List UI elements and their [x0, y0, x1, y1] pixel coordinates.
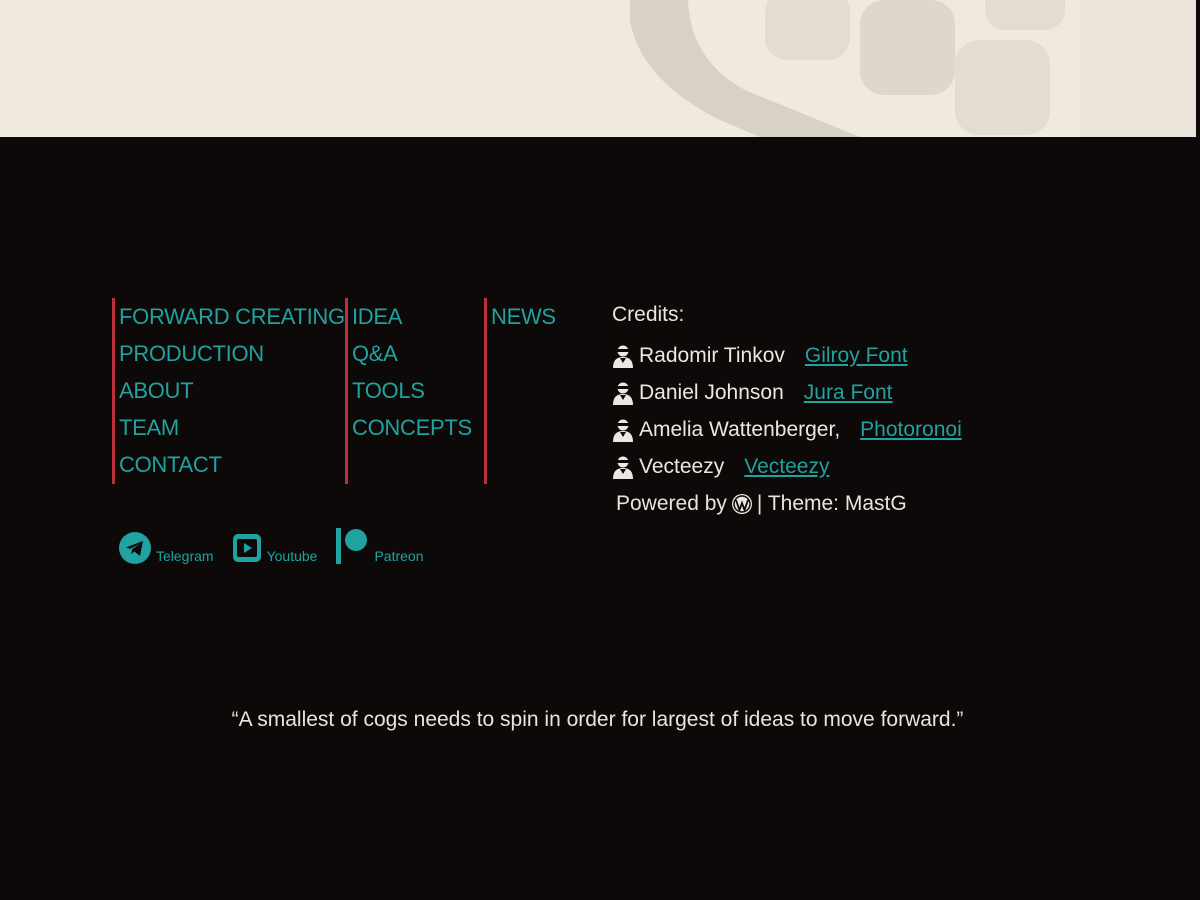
- site-footer: FORWARD CREATING PRODUCTION ABOUT TEAM C…: [0, 137, 1200, 900]
- credit-row: Radomir Tinkov Gilroy Font: [612, 337, 962, 374]
- person-icon: [613, 456, 633, 479]
- nav-link-tools[interactable]: TOOLS: [352, 372, 472, 409]
- youtube-icon: [232, 534, 261, 562]
- telegram-label: Telegram: [156, 548, 214, 564]
- footer-nav-column-2: IDEA Q&A TOOLS CONCEPTS: [345, 298, 472, 484]
- nav-link-about[interactable]: ABOUT: [119, 372, 345, 409]
- youtube-link[interactable]: Youtube: [232, 532, 318, 564]
- powered-by-label: Powered by: [616, 491, 727, 515]
- youtube-label: Youtube: [266, 548, 318, 564]
- nav-link-concepts[interactable]: CONCEPTS: [352, 409, 472, 446]
- credit-source-link[interactable]: Photoronoi: [860, 418, 962, 442]
- credits-block: Credits: Radomir Tinkov Gilroy Font Dani…: [612, 300, 962, 522]
- credit-name: Daniel Johnson: [639, 380, 784, 404]
- wordpress-icon[interactable]: [731, 493, 753, 515]
- credit-source-link[interactable]: Jura Font: [804, 381, 893, 405]
- nav-link-production[interactable]: PRODUCTION: [119, 335, 345, 372]
- footer-nav-column-1: FORWARD CREATING PRODUCTION ABOUT TEAM C…: [112, 298, 345, 484]
- credit-name: Vecteezy: [639, 454, 725, 478]
- credit-name: Amelia Wattenberger,: [639, 417, 841, 441]
- footer-nav-column-3: NEWS: [484, 298, 556, 484]
- credit-name: Radomir Tinkov: [639, 343, 785, 367]
- credits-title: Credits:: [612, 303, 685, 326]
- powered-by-line: Powered by | Theme: MastG: [616, 485, 962, 522]
- credit-source-link[interactable]: Vecteezy: [744, 455, 829, 479]
- patreon-link[interactable]: Patreon: [335, 528, 424, 564]
- patreon-icon: [336, 528, 368, 564]
- person-icon: [613, 419, 633, 442]
- nav-link-idea[interactable]: IDEA: [352, 298, 472, 335]
- credit-row: Daniel Johnson Jura Font: [612, 374, 962, 411]
- telegram-icon: [119, 532, 151, 564]
- person-icon: [613, 382, 633, 405]
- credit-source-link[interactable]: Gilroy Font: [805, 344, 908, 368]
- nav-link-team[interactable]: TEAM: [119, 409, 345, 446]
- patreon-label: Patreon: [374, 548, 424, 564]
- credit-row: Vecteezy Vecteezy: [612, 448, 962, 485]
- social-links: Telegram Youtube Patreon: [119, 528, 442, 564]
- credit-row: Amelia Wattenberger, Photoronoi: [612, 411, 962, 448]
- person-icon: [613, 345, 633, 368]
- nav-link-contact[interactable]: CONTACT: [119, 446, 345, 483]
- telegram-link[interactable]: Telegram: [119, 532, 214, 564]
- nav-link-forward-creating[interactable]: FORWARD CREATING: [119, 298, 345, 335]
- footer-quote: “A smallest of cogs needs to spin in ord…: [231, 708, 964, 731]
- nav-link-news[interactable]: NEWS: [491, 298, 556, 335]
- theme-label: | Theme: MastG: [756, 491, 907, 515]
- hero-banner: [0, 0, 1196, 137]
- decorative-cog-graphic: [630, 0, 1196, 137]
- nav-link-qa[interactable]: Q&A: [352, 335, 472, 372]
